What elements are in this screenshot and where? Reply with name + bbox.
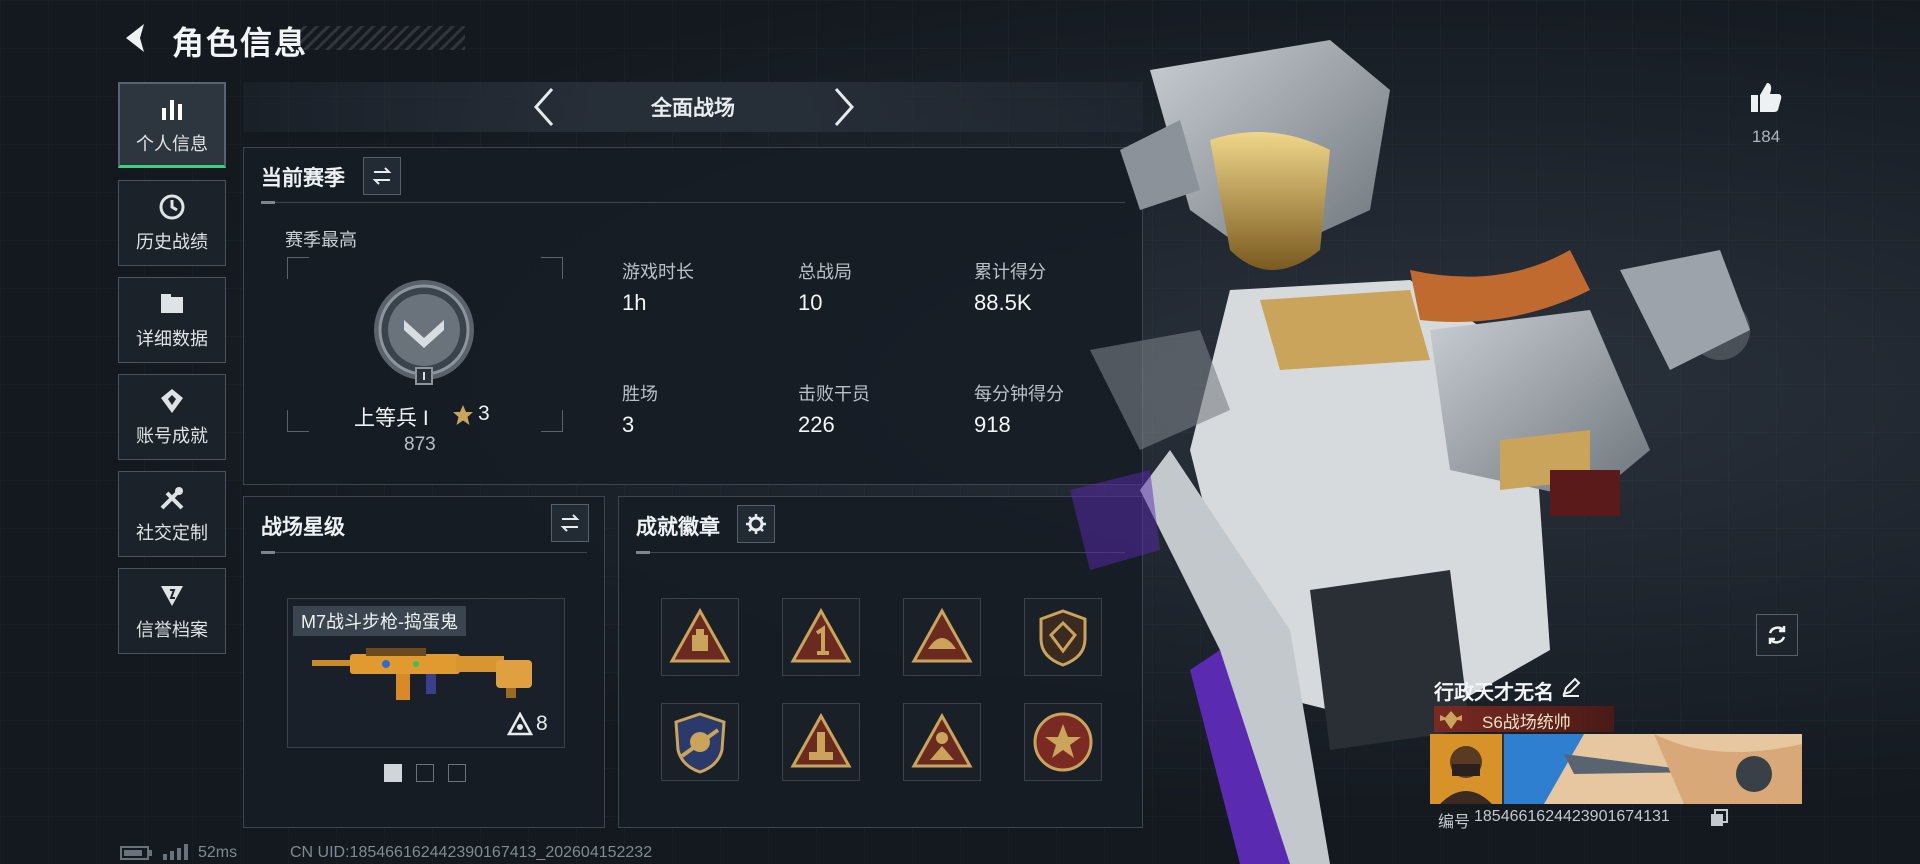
tower-badge-icon [790,712,852,768]
like-count: 184 [1751,127,1781,146]
crest-badge-icon [674,712,726,774]
swap-icon [372,167,392,185]
rank-name: 上等兵 I [354,407,429,430]
first-place-badge-icon [790,607,852,663]
badges-heading: 成就徽章 [636,516,720,539]
player-title: S6战场统帅 [1482,713,1571,732]
achievement-icon [161,389,183,413]
tools-icon [160,487,184,510]
uid-text: CN UID:1854661624423901674​13_2026041522… [290,844,653,861]
weapon-level: 8 [536,712,548,735]
folder-icon [161,294,183,313]
sidebar-item-detailed-data[interactable]: 详细数据 [118,277,226,363]
sidebar-item-reputation[interactable]: 信誉档案 [118,568,226,654]
soldier-badge-icon [911,712,973,768]
sidebar-item-label: 个人信息 [136,133,208,154]
badge-item[interactable] [903,703,981,781]
divider-mark [261,551,275,554]
divider-mark [636,551,650,554]
sidebar-item-label: 信誉档案 [136,620,208,640]
stat-value: 10 [798,290,823,315]
badge-item[interactable] [782,598,860,676]
title-decoration [300,26,465,50]
rank-stars: 3 [478,402,490,425]
stat-label: 击败干员 [798,384,870,404]
battery-icon [120,846,152,860]
frame-corner [287,257,309,279]
stat-label: 总战局 [798,262,852,282]
supply-badge-icon [669,607,731,663]
signal-icon [163,844,188,860]
history-icon [159,194,185,220]
rotate-model-button[interactable] [1756,614,1798,656]
season-heading: 当前赛季 [261,167,345,190]
badge-settings-button[interactable] [737,505,775,543]
rank-score: 873 [404,434,436,455]
avatar [1430,734,1502,804]
stat-value: 226 [798,412,835,437]
rank-wings-icon [1440,711,1462,729]
page-dot[interactable] [448,764,466,782]
sidebar-item-history[interactable]: 历史战绩 [118,180,226,266]
name-card-art-image [1504,734,1802,804]
swap-icon [560,514,580,532]
sidebar-item-personal-info[interactable]: 个人信息 [118,82,226,168]
divider [261,552,587,553]
player-id-label: 编号 [1438,814,1471,831]
sidebar-item-label: 账号成就 [136,426,208,446]
sidebar-item-achievements[interactable]: 账号成就 [118,374,226,460]
refresh-icon [1768,626,1786,644]
name-card-banner[interactable] [1430,734,1802,804]
player-id: 1854661624423901674131 [1474,808,1670,825]
ping: 52ms [198,844,238,861]
battlefield-star-heading: 战场星级 [261,516,345,539]
rifle-image [312,648,532,700]
frame-corner [541,410,563,432]
copy-icon[interactable] [1710,809,1728,827]
star-icon [453,405,473,425]
badge-item[interactable] [903,598,981,676]
season-best-label: 赛季最高 [285,230,357,250]
frame-corner [541,257,563,279]
chevron-left-icon[interactable] [530,85,558,129]
divider [261,202,1125,203]
mode-title: 全面战场 [651,97,735,120]
sidebar-item-label: 历史战绩 [136,232,208,252]
stat-value: 1h [622,290,647,315]
back-arrow-icon[interactable] [118,20,154,56]
gear-icon [746,514,766,534]
stat-label: 游戏时长 [622,262,694,282]
stat-label: 胜场 [622,384,658,404]
sidebar-item-label: 详细数据 [136,329,208,349]
helmet-badge-icon [911,607,973,663]
stat-value: 88.5K [974,290,1032,315]
reputation-icon [161,586,183,606]
bar-chart-icon [162,99,182,120]
divider-mark [261,201,275,204]
stat-value: 3 [622,412,635,437]
page-dot-active[interactable] [384,764,402,782]
star-switch-button[interactable] [551,504,589,542]
badge-item[interactable] [661,703,739,781]
thumbs-up-icon[interactable] [1748,80,1784,116]
chevron-right-icon[interactable] [830,85,858,129]
badge-item[interactable] [661,598,739,676]
weapon-level-icon [507,712,533,736]
season-switch-button[interactable] [363,157,401,195]
frame-corner [287,410,309,432]
badge-item[interactable] [782,703,860,781]
page-dot[interactable] [416,764,434,782]
player-name: 行政天才无名 [1434,682,1554,704]
page-title: 角色信息 [172,25,309,61]
rank-emblem-icon [374,280,474,385]
stat-value: 918 [974,412,1011,437]
sidebar-item-social-custom[interactable]: 社交定制 [118,471,226,557]
weapon-name: M7战斗步枪-捣蛋鬼 [293,606,466,636]
sidebar-item-label: 社交定制 [136,523,208,543]
edit-icon[interactable] [1560,676,1582,698]
